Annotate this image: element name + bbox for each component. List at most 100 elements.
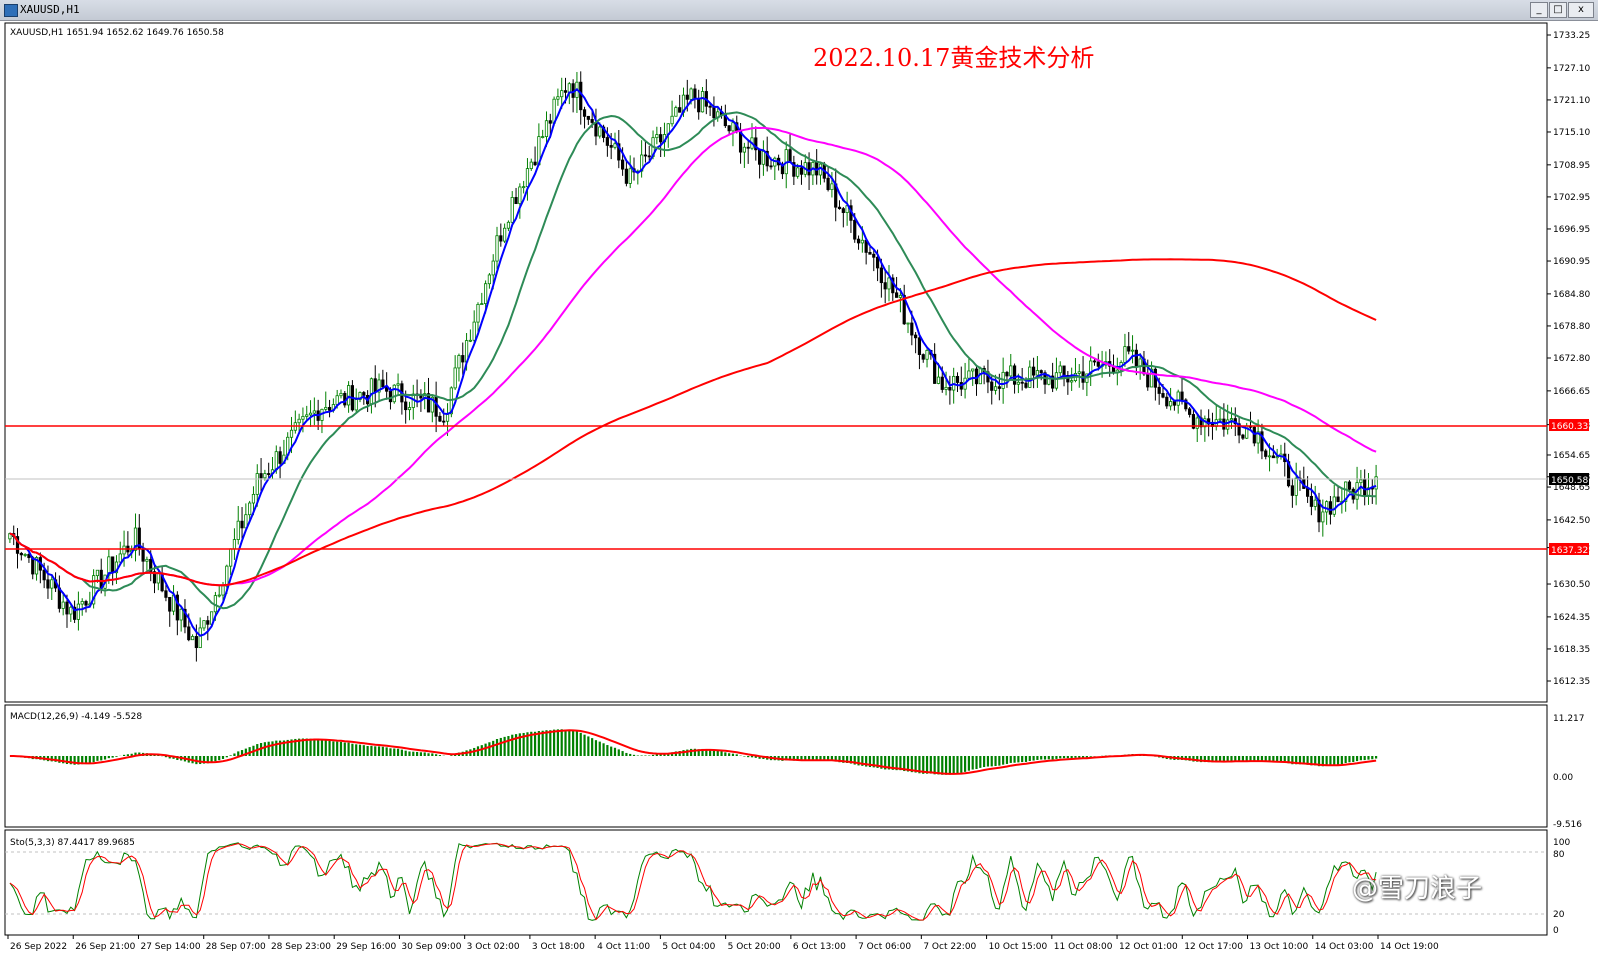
candle-body (948, 386, 952, 391)
candle-body (1180, 391, 1184, 401)
candle-body (700, 91, 705, 113)
time-tick-label: 3 Oct 18:00 (532, 942, 585, 952)
candle-body (1176, 391, 1180, 406)
price-tick-label: 1727.10 (1553, 64, 1590, 74)
candle-body (868, 251, 872, 255)
candle-body (1218, 418, 1222, 421)
candle-body (31, 557, 35, 575)
candle-body (761, 150, 766, 165)
macd-panel[interactable] (4, 704, 1548, 828)
stoch-tick-20: 20 (1553, 910, 1565, 920)
candle-body (925, 349, 929, 360)
candle-body (84, 601, 88, 606)
candle-body (620, 159, 625, 170)
candle-body (122, 545, 126, 555)
candle-body (856, 238, 861, 244)
chart-headline: 2022.10.17黄金技术分析 (813, 44, 1094, 72)
candle-body (312, 410, 316, 414)
candle-body (217, 594, 221, 597)
candle-body (1028, 366, 1032, 388)
price-axis[interactable]: 1733.25 1727.10 1721.10 1715.10 1708.95 1702.… (1547, 31, 1590, 687)
candle-body (697, 98, 701, 113)
minimize-button[interactable]: _ (1530, 2, 1548, 18)
macd-tick-bottom: -9.516 (1553, 820, 1582, 830)
candle-body (556, 96, 560, 100)
candle-body (145, 558, 149, 562)
price-tick-label: 1702.95 (1553, 193, 1590, 203)
candle-body (894, 292, 899, 298)
candle-body (442, 420, 446, 423)
candle-body (860, 239, 864, 244)
candle-body (259, 473, 263, 479)
price-tick-label: 1672.80 (1553, 354, 1590, 364)
candle-body (670, 115, 674, 125)
candle-body (1058, 365, 1062, 374)
candle-body (879, 267, 883, 284)
candle-body (708, 105, 712, 108)
candle-body (392, 384, 396, 403)
time-tick-label: 26 Sep 21:00 (75, 942, 135, 952)
candle-body (438, 415, 442, 422)
window-titlebar: XAUUSD,H1 _ □ x (0, 0, 1598, 21)
candle-body (1336, 496, 1340, 503)
candle-body (194, 636, 198, 649)
candle-body (164, 590, 168, 598)
candle-body (746, 146, 750, 149)
price-tick-label: 1708.95 (1553, 161, 1590, 171)
time-axis[interactable]: 26 Sep 2022 26 Sep 21:00 27 Sep 14:00 28 Se… (7, 935, 1439, 952)
candle-body (229, 548, 233, 567)
candle-body (613, 143, 617, 148)
time-tick-label: 14 Oct 19:00 (1380, 942, 1439, 952)
candle-body (1130, 349, 1135, 352)
candle-body (643, 154, 648, 157)
candle-body (1092, 360, 1097, 363)
candle-body (1241, 434, 1245, 439)
candle-body (1275, 456, 1279, 459)
candle-body (453, 367, 457, 389)
candle-body (503, 227, 507, 242)
time-tick-label: 28 Sep 23:00 (271, 942, 331, 952)
candle-body (111, 556, 115, 574)
price-chart[interactable]: XAUUSD,H1 1651.94 1652.62 1649.76 1650.5… (0, 21, 1598, 961)
close-button[interactable]: x (1568, 2, 1594, 18)
price-tick-label: 1696.95 (1553, 225, 1590, 235)
candle-body (373, 378, 377, 393)
candle-body (917, 337, 922, 355)
candle-body (883, 282, 887, 290)
main-price-panel[interactable] (4, 22, 1548, 703)
price-tick-label: 1612.35 (1553, 677, 1590, 687)
current-price-tag: 1650.58 (1549, 473, 1589, 486)
candle-body (712, 106, 716, 119)
window-title: XAUUSD,H1 (20, 3, 80, 16)
candle-body (567, 83, 571, 93)
candle-body (240, 520, 244, 529)
maximize-button[interactable]: □ (1549, 2, 1567, 18)
candle-body (514, 197, 518, 205)
time-tick-label: 14 Oct 03:00 (1315, 942, 1374, 952)
candle-body (457, 355, 461, 369)
candle-body (1070, 380, 1074, 383)
time-tick-label: 28 Sep 07:00 (206, 942, 266, 952)
candle-body (1009, 365, 1013, 377)
macd-tick-zero: 0.00 (1553, 773, 1573, 783)
candle-body (1123, 346, 1127, 363)
candle-body (841, 208, 845, 213)
stochastic-panel[interactable] (4, 829, 1548, 936)
candle-body (289, 429, 294, 438)
candle-body (510, 197, 514, 223)
candle-body (548, 120, 552, 124)
candle-body (419, 395, 423, 399)
candle-body (1290, 485, 1294, 496)
candle-body (1024, 382, 1028, 388)
stochastic-label: Sto(5,3,3) 87.4417 89.9685 (10, 838, 135, 848)
candle-body (788, 149, 792, 163)
candle-body (544, 120, 549, 137)
price-tick-label: 1618.35 (1553, 645, 1590, 655)
candle-body (362, 392, 366, 396)
candle-body (23, 554, 27, 556)
candle-body (248, 502, 252, 516)
candle-body (118, 553, 122, 563)
time-tick-label: 29 Sep 16:00 (336, 942, 396, 952)
price-tick-label: 1630.50 (1553, 580, 1590, 590)
candle-body (1035, 370, 1040, 376)
